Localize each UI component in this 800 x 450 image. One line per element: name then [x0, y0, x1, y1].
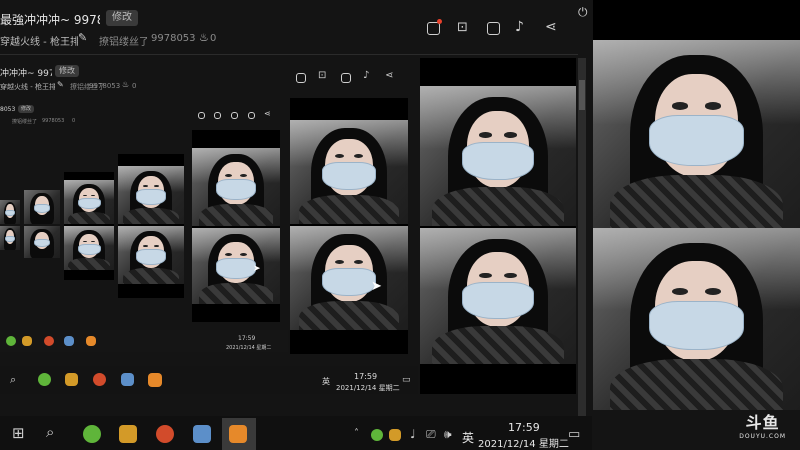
camera-feed-l5-top	[118, 166, 184, 224]
camera-feed-l4-top	[192, 148, 280, 226]
scrollbar-l2[interactable]	[578, 58, 586, 416]
stream-title-l2: 冲冲冲~ 9978053	[0, 69, 52, 79]
app-icon-wechat-l2[interactable]	[38, 373, 51, 386]
camera-feed-large-top	[593, 40, 800, 228]
camera-feed-large-bottom	[593, 228, 800, 410]
app-icon-obs-l2[interactable]	[148, 373, 162, 387]
mouse-cursor-icon: ➤	[371, 279, 382, 294]
app-icon-obs[interactable]	[229, 425, 247, 443]
unlock-icon[interactable]: ⊡	[457, 21, 468, 34]
camera-feed-l3-top	[290, 120, 408, 224]
camera-feed-l6-bottom	[64, 226, 114, 270]
app-icon-owl-l2[interactable]	[65, 373, 78, 386]
clock-date-l2: 2021/12/14 星期二	[336, 384, 400, 392]
stream-title-l3: 8053	[0, 106, 16, 113]
camera-feed-l7-bottom	[24, 226, 60, 258]
bell-icon-l2[interactable]: ♪	[363, 71, 369, 81]
layout-icon-l3[interactable]	[231, 112, 238, 119]
room-id-l3: 9978053	[42, 118, 65, 124]
clock-date-l3: 2021/12/14 星期二	[226, 345, 272, 351]
douyu-watermark: 斗鱼 DOUYU.COM	[739, 409, 786, 440]
ime-indicator-l2[interactable]: 英	[322, 376, 330, 387]
app-icon-chrome-l3[interactable]	[44, 336, 54, 346]
unlock-icon-l2[interactable]: ⊡	[318, 71, 326, 81]
app-icon-wechat[interactable]	[83, 425, 101, 443]
app-icon-window-l3[interactable]	[64, 336, 74, 346]
gift-icon-l3[interactable]	[198, 112, 205, 119]
app-icon-chrome-l2[interactable]	[93, 373, 106, 386]
category-link[interactable]: 穿越火线 - 枪王排位	[0, 33, 78, 48]
edit-category-icon-l2[interactable]: ✎	[57, 81, 64, 89]
app-icon-wechat-l3[interactable]	[6, 336, 16, 346]
fans-text: 撩铝缕丝了	[99, 37, 147, 48]
hot-icon: ♨	[199, 31, 209, 44]
share-icon-l2[interactable]: ⋖	[385, 71, 393, 81]
douyu-logo: 斗鱼	[745, 413, 780, 432]
app-icon-window[interactable]	[193, 425, 211, 443]
tray-wechat-icon[interactable]	[371, 429, 383, 441]
layout-icon[interactable]	[487, 22, 500, 35]
edit-title-button[interactable]: 修改	[106, 10, 138, 26]
camera-feed-l3-bottom	[290, 226, 408, 330]
tray-expand-icon[interactable]: ˄	[354, 429, 359, 439]
douyu-url: DOUYU.COM	[739, 433, 786, 440]
screen: 最強冲冲冲~ 9978053 修改 穿越火线 - 枪王排位 ✎ 撩铝缕丝了 99…	[0, 0, 800, 450]
power-icon[interactable]: ⏻	[578, 6, 588, 18]
share-icon-l3[interactable]: ⋖	[264, 110, 271, 118]
app-icon-obs-l3[interactable]	[86, 336, 96, 346]
bell-icon-l3[interactable]	[248, 112, 255, 119]
room-id: 9978053	[151, 33, 196, 44]
camera-feed-l5-bottom	[118, 226, 184, 284]
hot-count: 0	[210, 33, 217, 44]
edit-title-button-l3[interactable]: 修改	[18, 105, 34, 113]
notification-dot	[437, 19, 442, 24]
black-bar-top	[593, 0, 800, 40]
tray-owl-icon[interactable]	[389, 429, 401, 441]
scroll-thumb-l2[interactable]	[579, 80, 585, 110]
hot-icon-l2: ♨	[122, 80, 130, 89]
category-link-l2[interactable]: 穿越火线 - 枪王排位	[0, 82, 55, 92]
gift-icon-l2[interactable]	[296, 73, 306, 83]
app-icon-owl-l3[interactable]	[22, 336, 32, 346]
network-icon[interactable]: ⎚	[426, 428, 436, 440]
notification-center-icon[interactable]: ▭	[568, 428, 580, 441]
microphone-icon[interactable]: ♩	[410, 428, 416, 440]
hot-count-l2: 0	[132, 82, 137, 90]
edit-title-button-l2[interactable]: 修改	[55, 65, 79, 77]
search-icon[interactable]: ⌕	[46, 425, 54, 440]
camera-feed-l4-bottom	[192, 228, 280, 304]
clock-time-l2: 17:59	[354, 372, 378, 381]
share-icon[interactable]: ⋖	[545, 20, 557, 34]
notification-center-icon-l2[interactable]: ▭	[402, 376, 411, 385]
camera-feed-l6-top	[64, 180, 114, 224]
app-icon-window-l2[interactable]	[121, 373, 134, 386]
clock-time[interactable]: 17:59	[508, 421, 540, 434]
stream-title: 最強冲冲冲~ 9978053	[0, 13, 100, 27]
camera-feed-l2-top	[420, 86, 576, 226]
ime-indicator[interactable]: 英	[462, 429, 474, 446]
mouse-cursor-small-icon: ➤	[253, 264, 261, 274]
windows-start-icon[interactable]: ⊞	[12, 426, 25, 441]
volume-icon[interactable]: 🕪	[444, 428, 452, 440]
room-id-l2: 9978053	[89, 82, 121, 90]
hot-count-l3: 0	[72, 118, 76, 124]
bell-icon[interactable]: ♪	[515, 20, 524, 34]
unlock-icon-l3[interactable]	[214, 112, 221, 119]
camera-feed-l7-top	[24, 190, 60, 224]
app-icon-chrome[interactable]	[156, 425, 174, 443]
camera-feed-l8-top	[0, 200, 20, 224]
clock-date[interactable]: 2021/12/14 星期二	[478, 435, 569, 450]
camera-feed-l8-bottom	[0, 226, 20, 250]
edit-category-icon[interactable]: ✎	[78, 32, 87, 43]
fans-text-l3: 撩铝缕丝了	[12, 119, 38, 125]
search-icon-l2[interactable]: ⌕	[10, 374, 16, 385]
camera-feed-l2-bottom	[420, 228, 576, 364]
divider	[0, 54, 578, 55]
layout-icon-l2[interactable]	[341, 73, 351, 83]
app-icon-owl[interactable]	[119, 425, 137, 443]
clock-time-l3: 17:59	[238, 335, 256, 342]
